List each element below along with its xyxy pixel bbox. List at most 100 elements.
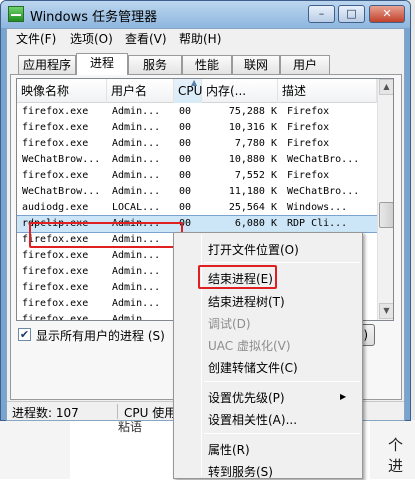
description-cell: Firefox: [287, 106, 330, 117]
menu-open-file-location[interactable]: 打开文件位置(O): [208, 241, 299, 258]
memory-cell: 7,780 K: [234, 138, 277, 149]
tab-performance[interactable]: 性能: [182, 55, 232, 74]
menu-uac-virtualization: UAC 虚拟化(V): [208, 339, 291, 353]
vertical-scrollbar[interactable]: ▲ ▼: [377, 79, 393, 320]
cpu-cell: 00: [179, 202, 192, 213]
description-cell: WeChatBro...: [287, 186, 360, 197]
task-manager-icon: [8, 6, 24, 22]
context-menu: 打开文件位置(O) 结束进程(E) 结束进程树(T) 调试(D) UAC 虚拟化…: [173, 232, 363, 479]
description-cell: Firefox: [287, 138, 330, 149]
tab-networking[interactable]: 联网: [232, 55, 280, 74]
process-count: 进程数: 107: [12, 406, 79, 420]
cpu-cell: 00: [179, 170, 192, 181]
image-name-cell: firefox.exe: [22, 298, 89, 309]
menu-file[interactable]: 文件(F): [16, 30, 56, 47]
menu-view[interactable]: 查看(V): [125, 30, 167, 47]
image-name-cell: firefox.exe: [22, 282, 89, 293]
user-name-cell: Admin...: [112, 298, 161, 309]
image-name-cell: firefox.exe: [22, 138, 89, 149]
menu-go-to-service[interactable]: 转到服务(S): [208, 463, 273, 480]
window-title: Windows 任务管理器: [30, 10, 158, 25]
submenu-arrow-icon: ▶: [340, 392, 347, 401]
tab-services[interactable]: 服务: [128, 55, 182, 74]
column-description[interactable]: 描述: [278, 79, 377, 103]
tab-strip: 应用程序 进程 服务 性能 联网 用户: [7, 53, 404, 75]
menu-separator: [204, 433, 360, 434]
table-row[interactable]: firefox.exe Admin... 00 75,288 K Firefox: [17, 104, 377, 120]
image-name-cell: firefox.exe: [22, 266, 89, 277]
description-cell: RDP Cli...: [287, 218, 348, 229]
show-all-users-label: 显示所有用户的进程 (S): [36, 329, 165, 343]
cpu-cell: 00: [179, 122, 192, 133]
memory-cell: 11,180 K: [228, 186, 277, 197]
menu-set-affinity[interactable]: 设置相关性(A)...: [208, 411, 297, 428]
memory-cell: 10,316 K: [228, 122, 277, 133]
scroll-down-icon[interactable]: ▼: [379, 303, 393, 319]
image-name-cell: firefox.exe: [22, 170, 89, 181]
menu-separator: [204, 262, 360, 263]
user-name-cell: Admin...: [112, 138, 161, 149]
user-name-cell: Admin...: [112, 122, 161, 133]
maximize-button[interactable]: □: [338, 5, 365, 23]
tab-processes[interactable]: 进程: [76, 53, 128, 75]
list-header: 映像名称 用户名 ▲ CPU 内存(... 描述: [17, 79, 377, 103]
image-name-cell: firefox.exe: [22, 314, 89, 321]
cpu-cell: 00: [179, 138, 192, 149]
menu-properties[interactable]: 属性(R): [208, 441, 250, 458]
title-bar[interactable]: Windows 任务管理器 – □ ✕: [1, 1, 410, 28]
menu-separator: [204, 381, 360, 382]
column-memory[interactable]: 内存(...: [202, 79, 278, 103]
image-name-cell: firefox.exe: [22, 106, 89, 117]
user-name-cell: Admin...: [112, 250, 161, 261]
user-name-cell: Admin...: [112, 186, 161, 197]
image-name-cell: firefox.exe: [22, 250, 89, 261]
table-row[interactable]: firefox.exe Admin... 00 7,780 K Firefox: [17, 136, 377, 152]
image-name-cell: firefox.exe: [22, 122, 89, 133]
selected-row-annotation: [29, 222, 183, 248]
memory-cell: 6,080 K: [234, 218, 277, 229]
menu-set-priority[interactable]: 设置优先级(P): [208, 389, 285, 406]
user-name-cell: Admin...: [112, 282, 161, 293]
memory-cell: 7,552 K: [234, 170, 277, 181]
table-row[interactable]: firefox.exe Admin... 00 7,552 K Firefox: [17, 168, 377, 184]
description-cell: Windows...: [287, 202, 348, 213]
user-name-cell: Admin...: [112, 106, 161, 117]
menu-create-dump[interactable]: 创建转储文件(C): [208, 359, 298, 376]
table-row[interactable]: WeChatBrow... Admin... 00 11,180 K WeChatBro…: [17, 184, 377, 200]
menu-debug: 调试(D): [208, 317, 251, 331]
user-name-cell: Admin...: [112, 154, 161, 165]
close-button[interactable]: ✕: [369, 5, 405, 23]
column-user-name[interactable]: 用户名: [107, 79, 174, 103]
column-image-name[interactable]: 映像名称: [17, 79, 107, 103]
menu-options[interactable]: 选项(O): [70, 30, 113, 47]
sort-arrow-icon: ▲: [191, 78, 198, 87]
status-divider: [117, 404, 118, 419]
show-all-users-checkbox[interactable]: ✔: [18, 328, 31, 341]
user-name-cell: Admin...: [112, 266, 161, 277]
cpu-cell: 00: [179, 154, 192, 165]
background-text: 个进: [388, 436, 404, 475]
description-cell: Firefox: [287, 170, 330, 181]
column-cpu[interactable]: ▲ CPU: [174, 79, 202, 103]
memory-cell: 25,564 K: [228, 202, 277, 213]
table-row[interactable]: firefox.exe Admin... 00 10,316 K Firefox: [17, 120, 377, 136]
description-cell: Firefox: [287, 122, 330, 133]
user-name-cell: Admin...: [112, 314, 161, 321]
user-name-cell: Admin...: [112, 170, 161, 181]
description-cell: WeChatBro...: [287, 154, 360, 165]
tab-applications[interactable]: 应用程序: [18, 55, 76, 74]
menu-bar: 文件(F) 选项(O) 查看(V) 帮助(H): [7, 29, 404, 48]
image-name-cell: WeChatBrow...: [22, 186, 101, 197]
menu-help[interactable]: 帮助(H): [179, 30, 221, 47]
user-name-cell: LOCAL...: [112, 202, 161, 213]
minimize-button[interactable]: –: [308, 5, 335, 23]
image-name-cell: audiodg.exe: [22, 202, 89, 213]
table-row[interactable]: WeChatBrow... Admin... 00 10,880 K WeChatBro…: [17, 152, 377, 168]
scroll-up-icon[interactable]: ▲: [379, 79, 393, 95]
tab-users[interactable]: 用户: [280, 55, 330, 74]
scroll-thumb[interactable]: [379, 202, 393, 228]
table-row[interactable]: audiodg.exe LOCAL... 00 25,564 K Windows...: [17, 200, 377, 216]
image-name-cell: WeChatBrow...: [22, 154, 101, 165]
menu-end-process-tree[interactable]: 结束进程树(T): [208, 293, 285, 310]
memory-cell: 75,288 K: [228, 106, 277, 117]
